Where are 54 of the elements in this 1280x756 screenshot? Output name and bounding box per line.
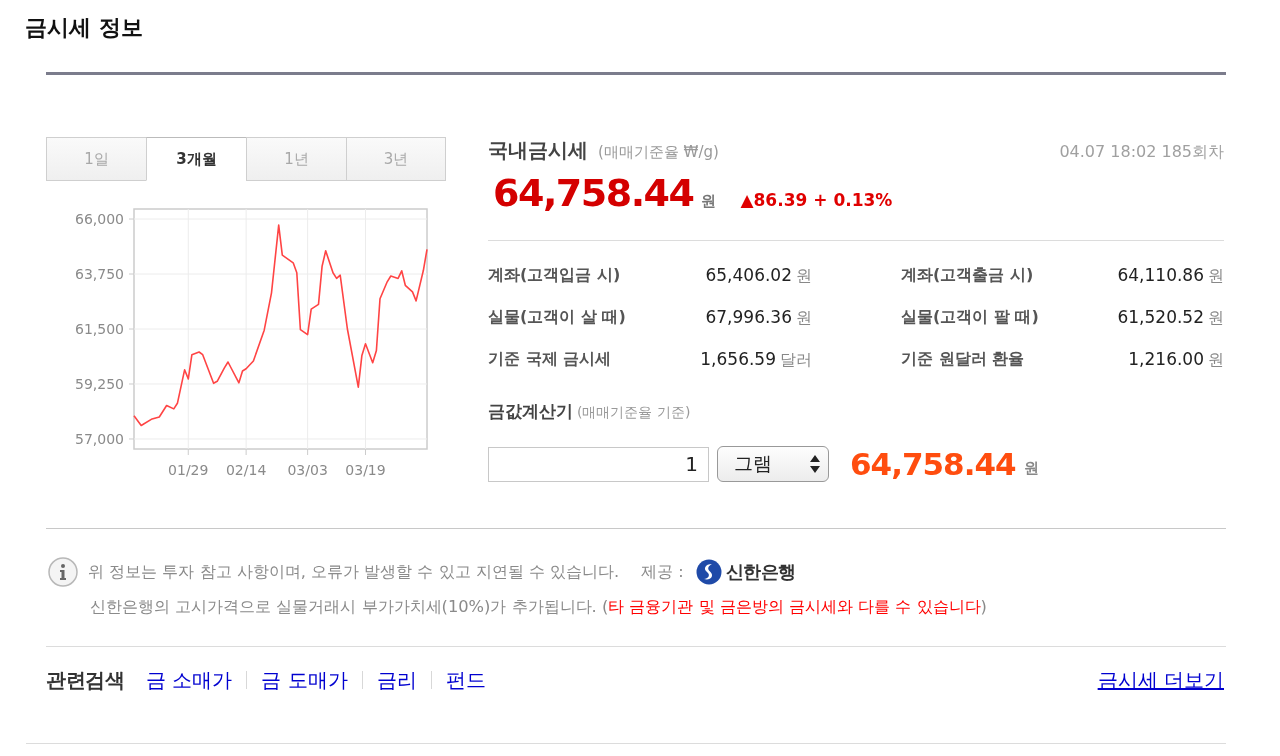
amount-input[interactable]: 1 [488,446,709,482]
axis-label: 02/14 [225,462,267,478]
axis-label: 03/03 [287,462,328,478]
provider-name: 신한은행 [725,560,796,584]
related-link[interactable]: 금 소매가 [146,666,233,694]
rate-label: 실물(고객이 팔 때) [901,306,1040,328]
axis-label: 61,500 [75,321,124,337]
rate-unit: 원 [796,307,812,329]
heading-note: (매매기준율 기준) [577,403,691,422]
rate-value: 67,996.36 [705,306,792,329]
price-change: ▲86.39 + 0.13% [740,190,893,210]
rate-label: 실물(고객이 살 때) [488,306,627,328]
heading-note: (매매기준율 ₩/g) [598,142,719,163]
notice-text: 신한은행의 고시가격으로 실물거래시 부가가치세(10%)가 추가됩니다. (타 금융기관 및 금은방의 금시세와 다를 수 있습니다) [90,596,987,618]
currency-unit: 원 [701,192,717,211]
rate-label: 기준 국제 금시세 [488,348,613,370]
axis-label: 59,250 [75,376,124,392]
bank-logo-icon [695,559,722,585]
calculated-price: 64,758.44 [850,446,1016,482]
rate-unit: 원 [1208,265,1224,287]
period-tab[interactable]: 3개월 [146,137,246,181]
notice-text: 위 정보는 투자 참고 사항이며, 오류가 발생할 수 있고 지연될 수 있습니다. [88,561,620,583]
rate-unit: 달러 [780,349,812,371]
updown-arrows-icon [810,455,820,473]
rate-label: 계좌(고객출금 시) [901,264,1035,286]
axis-label: 66,000 [75,211,124,227]
page-title: 금시세 정보 [25,14,143,42]
axis-label: 57,000 [75,431,124,447]
rate-unit: 원 [796,265,812,287]
rate-unit: 원 [1208,349,1224,371]
update-time: 04.07 18:02 185회차 [1059,141,1224,163]
rate-value: 64,110.86 [1117,264,1204,287]
more-link[interactable]: 금시세 더보기 [1097,666,1224,694]
related-search-label: 관련검색 [46,666,124,694]
rate-value: 61,520.52 [1117,306,1204,329]
rate-value: 1,216.00 [1128,348,1204,371]
currency-unit: 원 [1023,459,1039,479]
section-heading: 국내금시세 [488,137,588,163]
axis-label: 63,750 [75,266,124,282]
related-link[interactable]: 금리 [376,666,417,694]
rate-unit: 원 [1208,307,1224,329]
axis-label: 01/29 [168,462,209,478]
rate-value: 65,406.02 [705,264,792,287]
rate-label: 계좌(고객입금 시) [488,264,622,286]
provider-label: 제공 : [641,561,684,583]
calculator-heading: 금값계산기 [488,400,573,423]
rate-value: 1,656.59 [700,348,776,371]
info-icon [48,557,78,587]
axis-label: 03/19 [345,462,386,478]
current-price: 64,758.44 [493,170,694,217]
related-link[interactable]: 금 도매가 [261,666,348,694]
related-link[interactable]: 펀드 [445,666,486,694]
unit-select[interactable]: 그램 [717,446,829,482]
rate-label: 기준 원달러 환율 [901,348,1026,370]
